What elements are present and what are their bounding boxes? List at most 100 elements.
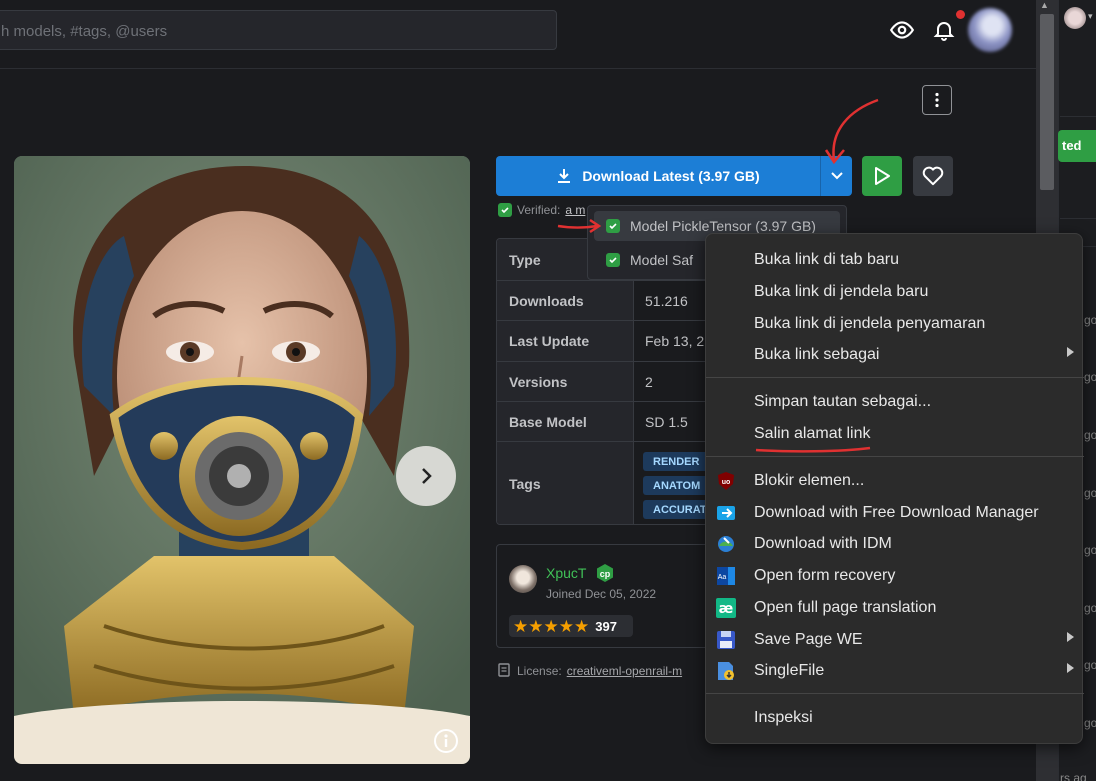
shield-check-icon — [498, 203, 512, 217]
next-image-button[interactable] — [396, 446, 456, 506]
ublock-icon: uo — [718, 472, 734, 490]
creator-avatar[interactable] — [509, 565, 537, 593]
menu-item-label: Buka link di jendela baru — [754, 283, 929, 300]
last-update-value: Feb 13, 2 — [645, 333, 705, 349]
side-snippet: go — [1084, 428, 1096, 442]
menu-item-copy-link-address[interactable]: Salin alamat link — [706, 419, 1084, 449]
star-icon: ★ — [558, 616, 574, 636]
scrollbar-thumb[interactable] — [1040, 14, 1054, 190]
menu-item-fdm[interactable]: Download with Free Download Manager — [706, 498, 1084, 528]
menu-item-page-translation[interactable]: æ Open full page translation — [706, 593, 1084, 623]
scroll-up-arrow-icon[interactable]: ▲ — [1040, 0, 1049, 10]
browser-profile-avatar[interactable] — [1064, 7, 1086, 29]
star-icon: ★ — [543, 616, 559, 636]
shield-check-icon — [606, 253, 620, 267]
submenu-arrow-icon — [1067, 632, 1074, 642]
submenu-arrow-icon — [1067, 347, 1074, 357]
menu-item-label: SingleFile — [754, 662, 825, 679]
menu-item-open-incognito[interactable]: Buka link di jendela penyamaran — [706, 309, 1084, 339]
context-menu: Buka link di tab baru Buka link di jende… — [705, 233, 1084, 744]
more-options-button[interactable] — [922, 85, 952, 115]
menu-item-label: Simpan tautan sebagai... — [754, 393, 932, 410]
divider — [1060, 116, 1096, 117]
tag-badge[interactable]: RENDER — [643, 452, 710, 471]
download-options-toggle[interactable] — [820, 156, 852, 196]
creator-name[interactable]: XpucT — [546, 565, 586, 581]
rating-count: 397 — [595, 618, 617, 634]
menu-item-block-element[interactable]: uo Blokir elemen... — [706, 466, 1084, 496]
eye-icon[interactable] — [888, 16, 916, 44]
menu-item-label: Inspeksi — [754, 709, 813, 726]
favorite-button[interactable] — [913, 156, 953, 196]
row-label: Downloads — [497, 281, 634, 320]
svg-text:Aa: Aa — [718, 574, 727, 581]
form-recovery-icon: Aa — [717, 567, 735, 585]
creator-joined: Joined Dec 05, 2022 — [546, 587, 657, 601]
svg-text:æ: æ — [719, 601, 734, 617]
submenu-arrow-icon — [1067, 663, 1074, 673]
side-snippet: go — [1084, 486, 1096, 500]
license-label: License: — [517, 663, 562, 678]
play-icon — [875, 167, 890, 185]
star-icon: ★ — [528, 616, 544, 636]
row-label: Last Update — [497, 321, 634, 361]
tag-badge[interactable]: ANATOM — [643, 476, 711, 495]
download-option-label: Model Saf — [630, 252, 694, 268]
run-model-button[interactable] — [862, 156, 902, 196]
side-snippet: go — [1084, 313, 1096, 327]
side-snippet: go — [1084, 370, 1096, 384]
menu-item-form-recovery[interactable]: Aa Open form recovery — [706, 561, 1084, 591]
base-model-value: SD 1.5 — [645, 414, 688, 430]
download-latest-button[interactable]: Download Latest (3.97 GB) — [496, 156, 820, 196]
menu-item-label: Blokir elemen... — [754, 472, 865, 489]
verified-label: Verified: — [517, 203, 561, 217]
license-icon — [498, 663, 510, 677]
svg-text:uo: uo — [722, 479, 731, 486]
menu-item-inspect[interactable]: Inspeksi — [706, 703, 1084, 733]
chevron-down-icon[interactable]: ▾ — [1088, 11, 1093, 22]
side-snippet: go — [1084, 543, 1096, 557]
row-label: Versions — [497, 362, 634, 401]
top-header: h models, #tags, @users — [0, 0, 1036, 69]
info-icon[interactable] — [433, 728, 459, 754]
license-link[interactable]: creativeml-openrail-m — [567, 664, 682, 678]
dots-vertical-icon — [935, 92, 939, 108]
row-label: Tags — [497, 442, 634, 524]
menu-item-label: Salin alamat link — [754, 425, 871, 442]
star-icon: ★ — [513, 616, 529, 636]
singlefile-icon — [718, 662, 734, 680]
fdm-icon — [717, 506, 735, 520]
menu-separator — [706, 693, 1084, 694]
menu-item-idm[interactable]: Download with IDM — [706, 529, 1084, 559]
verified-link[interactable]: a m — [565, 203, 585, 217]
versions-value: 2 — [645, 374, 653, 390]
side-action-button[interactable]: ted — [1058, 130, 1096, 162]
divider — [1060, 218, 1096, 219]
chevron-down-icon — [830, 172, 843, 180]
chevron-right-icon — [422, 468, 432, 484]
menu-item-singlefile[interactable]: SingleFile — [706, 656, 1084, 686]
menu-item-save-link-as[interactable]: Simpan tautan sebagai... — [706, 387, 1084, 417]
menu-item-label: Open form recovery — [754, 567, 896, 584]
menu-item-open-new-tab[interactable]: Buka link di tab baru — [706, 245, 1084, 275]
menu-separator — [706, 377, 1084, 378]
menu-item-label: Download with IDM — [754, 535, 892, 552]
user-avatar[interactable] — [968, 8, 1012, 52]
menu-item-label: Buka link di jendela penyamaran — [754, 315, 986, 332]
floppy-disk-icon — [717, 631, 735, 649]
notification-dot — [956, 10, 965, 19]
shield-check-icon — [606, 219, 620, 233]
download-icon — [558, 169, 571, 183]
menu-item-label: Open full page translation — [754, 599, 937, 616]
download-label: Download Latest (3.97 GB) — [582, 168, 760, 184]
menu-item-label: Buka link sebagai — [754, 346, 880, 363]
menu-item-open-new-window[interactable]: Buka link di jendela baru — [706, 277, 1084, 307]
search-input[interactable]: h models, #tags, @users — [0, 10, 557, 50]
star-icon: ★ — [574, 616, 590, 636]
menu-item-save-page-we[interactable]: Save Page WE — [706, 625, 1084, 655]
idm-icon — [718, 536, 734, 552]
search-placeholder: h models, #tags, @users — [1, 23, 168, 40]
menu-item-open-as[interactable]: Buka link sebagai — [706, 340, 1084, 370]
side-snippet: go — [1084, 601, 1096, 615]
bell-icon[interactable] — [930, 16, 958, 44]
